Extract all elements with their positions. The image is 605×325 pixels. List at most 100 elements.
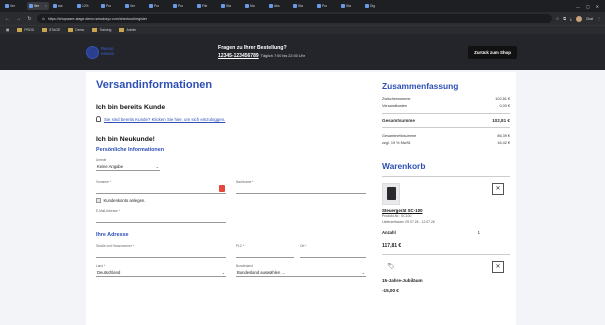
state-value: Bundesland auswählen ... (237, 269, 285, 275)
extensions-icon[interactable]: ⧉ (563, 16, 566, 21)
remove-promo-button[interactable]: ✕ (492, 260, 504, 273)
address-row: Straße und Hausnummer * PLZ * Ort * (96, 238, 368, 258)
close-window-icon[interactable]: ✕ (596, 4, 599, 9)
lastname-input[interactable] (236, 184, 366, 194)
bookmark-star-icon[interactable]: ☆ (556, 16, 560, 21)
tab-label: Pro (154, 4, 160, 8)
menu-dots-icon[interactable]: ⋮ (597, 16, 601, 21)
shop-logo[interactable]: Rasco sessio (86, 45, 114, 59)
tab-label: 12% (82, 4, 89, 8)
bookmark-folder[interactable]: PROD (17, 28, 34, 32)
tab-favicon-icon (5, 4, 9, 8)
forward-arrow-icon[interactable]: → (15, 16, 22, 22)
tab-favicon-icon (269, 4, 273, 8)
bookmark-folder[interactable]: Demo (68, 28, 84, 32)
download-icon[interactable]: ⤓ (570, 16, 572, 21)
folder-icon (42, 28, 48, 32)
country-select[interactable]: Deutschland ⌄ (96, 268, 226, 277)
browser-tab[interactable]: Pro (147, 2, 169, 10)
bookmark-label: STAGE (49, 28, 61, 32)
browser-tab[interactable]: Sta (339, 2, 361, 10)
email-input[interactable] (96, 213, 226, 223)
salutation-select[interactable]: Keine Angabe ⌄ (96, 162, 160, 171)
tab-favicon-icon (245, 4, 249, 8)
browser-tab[interactable]: File (195, 2, 217, 10)
back-to-shop-button[interactable]: Zurück zum Shop (468, 45, 517, 59)
tab-favicon-icon (77, 4, 81, 8)
folder-icon (68, 28, 74, 32)
quantity-row: Anzahl 1 (382, 230, 510, 235)
browser-tab[interactable]: Sta (219, 2, 241, 10)
quantity-label: Anzahl (382, 229, 396, 235)
minimize-icon[interactable]: — (576, 4, 580, 9)
back-arrow-icon[interactable]: ← (4, 16, 11, 22)
existing-customer-heading: Ich bin bereits Kunde (96, 104, 166, 111)
maximize-icon[interactable]: ▢ (586, 4, 590, 9)
browser-tab[interactable]: Dig (363, 2, 385, 10)
tab-favicon-icon (197, 4, 201, 8)
login-link[interactable]: Sie sind bereits Kunde? Klicken Sie hier… (96, 116, 368, 122)
create-account-row: Kundenkonto anlegen. (96, 198, 368, 203)
browser-tab[interactable]: 12% (75, 2, 97, 10)
bookmark-folder[interactable]: Training (92, 28, 111, 32)
tab-label: sta (58, 4, 63, 8)
browser-tab[interactable]: Sta (291, 2, 313, 10)
browser-tab[interactable]: Abs (267, 2, 289, 10)
tab-label: Ver (34, 4, 39, 8)
profile-label[interactable]: Chat (586, 17, 593, 21)
chevron-down-icon: ⌄ (221, 269, 225, 275)
profile-avatar[interactable] (575, 15, 582, 22)
bookmark-folder[interactable]: Admin (119, 28, 136, 32)
bookmarks-apps-icon[interactable]: ▦ (6, 28, 9, 32)
browser-tab[interactable]: Ver (3, 2, 25, 10)
browser-tab[interactable]: Ma (243, 2, 265, 10)
discount-tag-icon: 🏷 (387, 264, 395, 271)
vat-label: zzgl. 19 % MwSt. (382, 141, 412, 146)
tab-label: Ver (130, 4, 135, 8)
toolbar-icons: ☆ ⧉ ⤓ Chat ⋮ (556, 15, 601, 22)
tab-close-icon[interactable]: ✕ (44, 4, 47, 8)
reload-icon[interactable]: ↻ (26, 16, 33, 22)
page-viewport: Rasco sessio Fragen zu Ihrer Bestellung?… (0, 34, 605, 325)
browser-tab[interactable]: sta (51, 2, 73, 10)
cart-promo-item: 🏷 ✕ 15-Jahre-Jubiläum -15,00 € (382, 253, 510, 293)
create-account-checkbox[interactable] (96, 198, 101, 203)
cart-title: Warenkorb (382, 160, 426, 171)
site-info-icon[interactable]: ⊙ (42, 17, 45, 21)
tab-favicon-icon (29, 4, 33, 8)
remove-item-button[interactable]: ✕ (492, 182, 504, 195)
site-header: Rasco sessio Fragen zu Ihrer Bestellung?… (0, 34, 605, 70)
new-customer-heading: Ich bin Neukunde! (96, 136, 155, 143)
product-name-link[interactable]: Steuergerät SC-100 (382, 208, 510, 213)
browser-tab[interactable]: Pro (171, 2, 193, 10)
vat-row: zzgl. 19 % MwSt. 16,42 € (382, 140, 510, 147)
browser-tab[interactable]: Pro (99, 2, 121, 10)
street-input[interactable] (96, 248, 226, 258)
salutation-value: Keine Angabe (97, 163, 124, 169)
zip-input[interactable] (236, 248, 294, 258)
bookmark-folder[interactable]: STAGE (42, 28, 60, 32)
help-phone-link[interactable]: 12345-123456789 (218, 53, 259, 59)
window-controls: — ▢ ✕ (576, 4, 602, 9)
summary-block: Zwischensumme 102,81 € Versandkosten 0,0… (382, 95, 510, 147)
cart-line-item: ✕ Steuergerät SC-100 Produkt-Nr.: SC100 … (382, 175, 510, 249)
user-icon (96, 116, 101, 122)
summary-column: Zusammenfassung Zwischensumme 102,81 € V… (382, 72, 510, 293)
help-hours: Täglich 7:00 bis 22:00 Uhr (260, 54, 305, 58)
country-row: Land * Deutschland ⌄ Bundesland Bundesla… (96, 258, 368, 277)
create-account-label: Kundenkonto anlegen. (103, 198, 146, 203)
url-bar[interactable]: ⊙ https://shopware-stage.demo.sessioxyz.… (37, 14, 552, 23)
product-delivery: Lieferzeitraum: 09.07.26 - 12.07.26 (382, 219, 435, 224)
city-input[interactable] (300, 248, 366, 258)
tab-label: Ver (10, 4, 15, 8)
password-manager-icon[interactable] (219, 185, 225, 192)
state-select[interactable]: Bundesland auswählen ... ⌄ (236, 268, 366, 277)
address-bar-row: ← → ↻ ⊙ https://shopware-stage.demo.sess… (0, 12, 605, 25)
firstname-input[interactable] (96, 184, 226, 194)
product-image[interactable] (382, 182, 400, 205)
tab-label: Pro (322, 4, 328, 8)
browser-tab[interactable]: Pro (315, 2, 337, 10)
tab-label: Ma (250, 4, 255, 8)
browser-tab[interactable]: Ver (123, 2, 145, 10)
browser-tab-active[interactable]: Ver ✕ (27, 2, 49, 10)
